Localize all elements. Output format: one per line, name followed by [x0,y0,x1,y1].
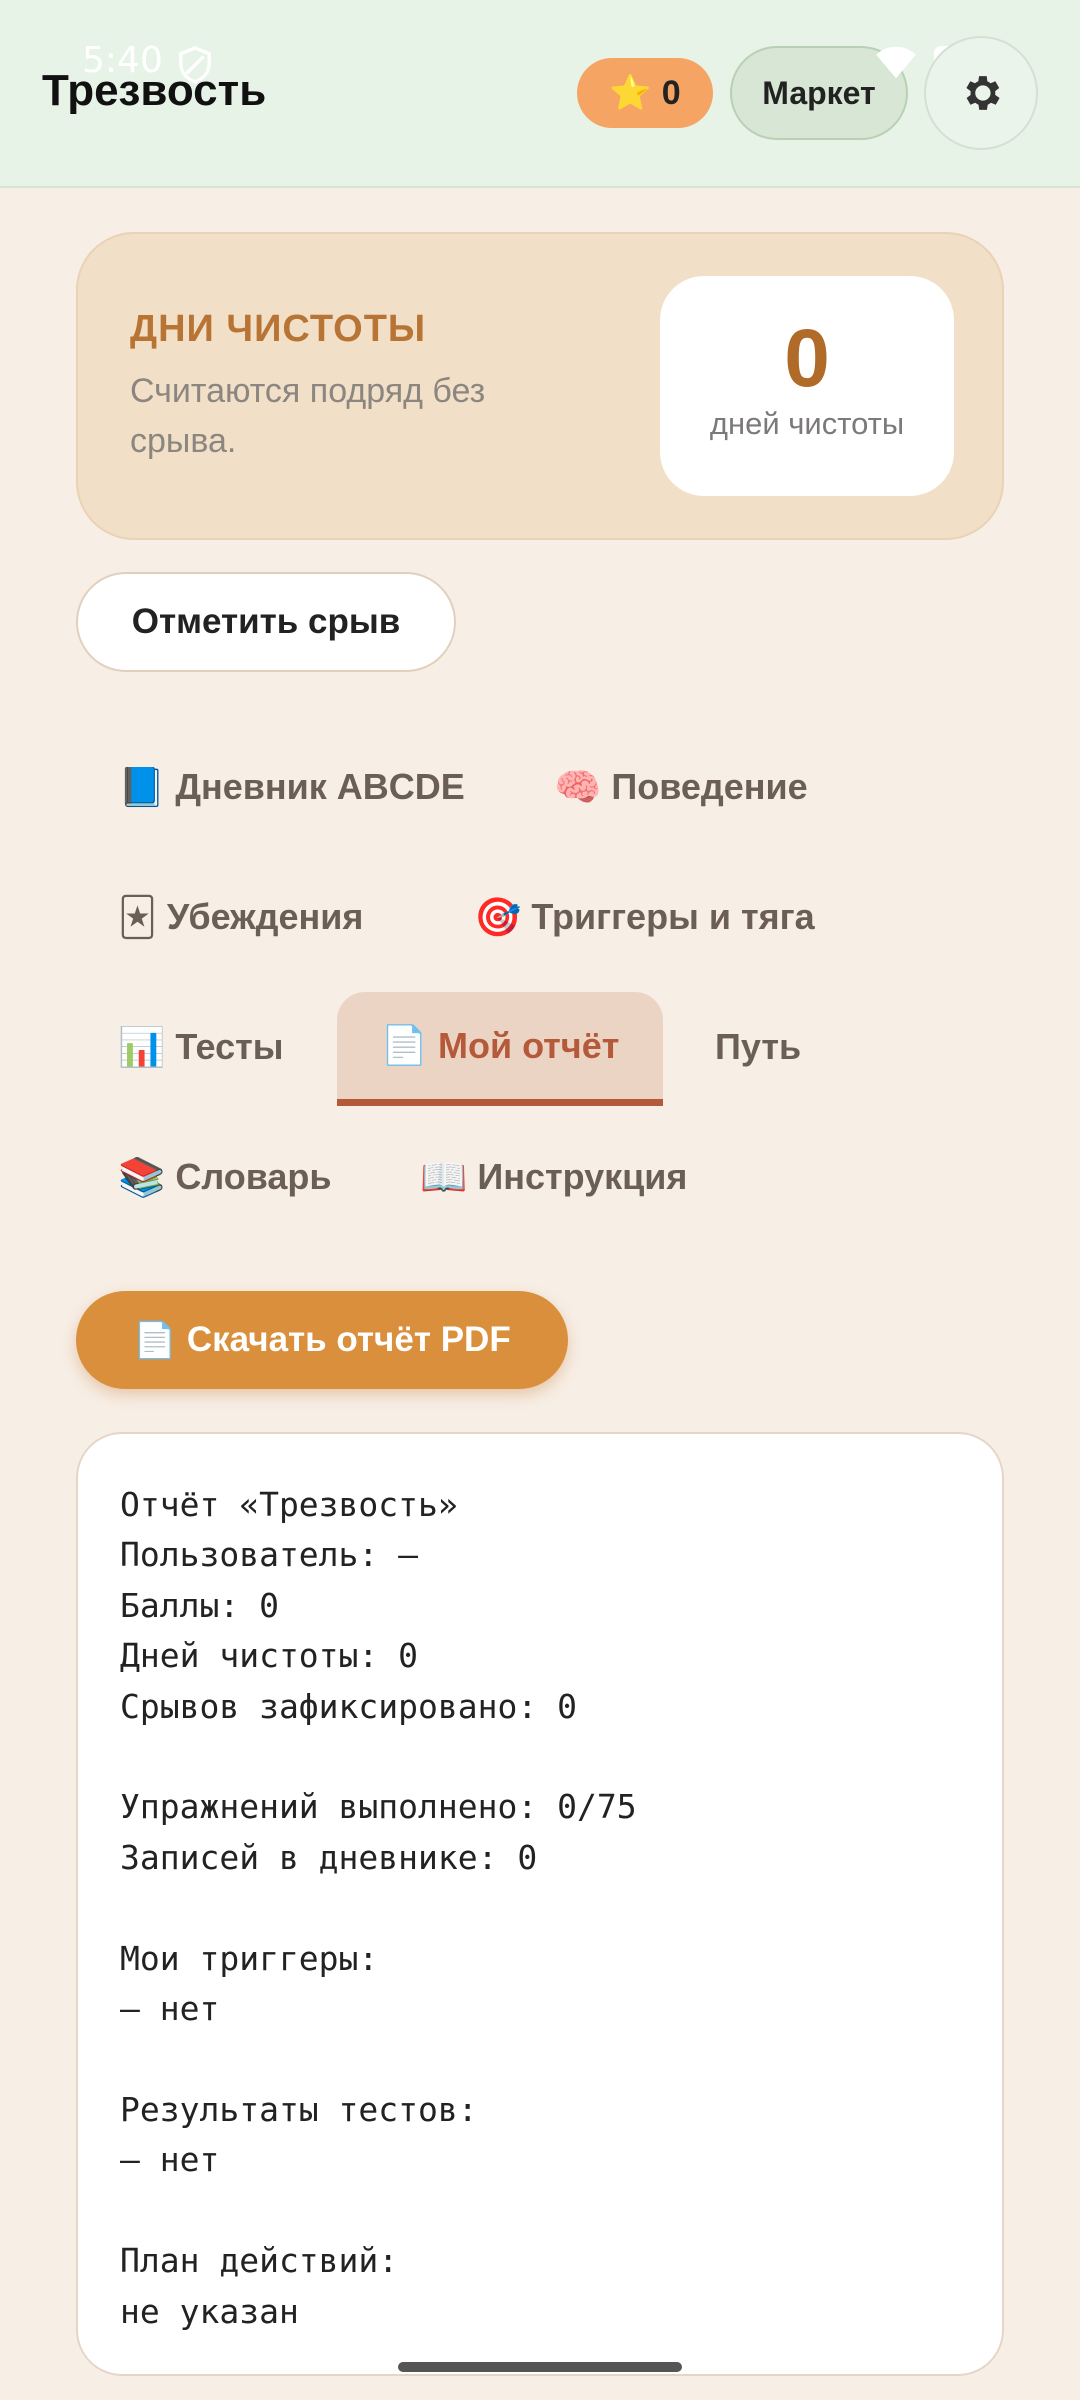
tab-label: Мой отчёт [437,1024,620,1066]
report-line [120,1732,960,1782]
tab-label: Словарь [175,1156,332,1197]
tab-label: Поведение [611,766,808,807]
blue-book-icon: 📘 [118,764,166,809]
app-header: 5:40 Трезвость ⭐ 0 Маркет [0,0,1080,188]
download-pdf-label: Скачать отчёт PDF [186,1320,511,1359]
report-text: Отчёт «Трезвость» Пользователь: — Баллы: 0… [120,1480,960,2337]
tab-abcde-diary[interactable]: 📘 Дневник ABCDE [118,732,465,842]
streak-counter: 0 дней чистоты [660,276,954,496]
star-icon: ⭐ [609,73,652,113]
report-line: Срывов зафиксировано: 0 [120,1686,577,1726]
report-line [120,1883,960,1933]
streak-title: ДНИ ЧИСТОТЫ [130,308,427,350]
points-value: 0 [661,73,681,112]
report-line: — нет [120,2140,220,2180]
app-title: Трезвость [42,66,267,115]
tab-label: Дневник ABCDE [175,766,465,807]
open-book-icon: 📖 [420,1154,468,1199]
gear-icon [966,76,1000,110]
report-line: План действий: [120,2241,399,2281]
download-pdf-button[interactable]: 📄 Скачать отчёт PDF [76,1291,568,1389]
report-line: Результаты тестов: [120,2089,478,2129]
tab-beliefs[interactable]: 🃏 Убеждения [118,862,363,972]
report-card: Отчёт «Трезвость» Пользователь: — Баллы: 0… [76,1432,1004,2376]
bar-chart-icon: 📊 [118,1024,166,1069]
report-line [120,2186,960,2236]
points-badge[interactable]: ⭐ 0 [577,58,713,128]
joker-card-icon: 🃏 [118,895,157,939]
report-line: Мои триггеры: [120,1938,379,1978]
tab-path[interactable]: Путь [715,992,801,1102]
tab-label: Убеждения [166,896,364,937]
tab-dictionary[interactable]: 📚 Словарь [118,1122,332,1232]
brain-icon: 🧠 [554,764,602,809]
report-line: Дней чистоты: 0 [120,1636,419,1676]
tab-instructions[interactable]: 📖 Инструкция [420,1122,687,1232]
tab-label: Путь [715,1026,802,1067]
streak-card: ДНИ ЧИСТОТЫ Считаются подряд без срыва. … [76,232,1004,540]
tab-tests[interactable]: 📊 Тесты [118,992,283,1102]
streak-unit: дней чистоты [709,406,905,441]
report-line: не указан [120,2291,299,2331]
target-icon: 🎯 [474,894,522,939]
tab-label: Триггеры и тяга [531,896,815,937]
tab-triggers[interactable]: 🎯 Триггеры и тяга [474,862,815,972]
mark-relapse-button[interactable]: Отметить срыв [76,572,456,672]
settings-button[interactable] [924,36,1038,150]
report-line: Записей в дневнике: 0 [120,1837,538,1877]
books-icon: 📚 [118,1154,166,1199]
document-icon: 📄 [380,1023,428,1067]
home-indicator[interactable] [398,2362,682,2372]
report-line [120,2034,960,2084]
report-line: Упражнений выполнено: 0/75 [120,1787,637,1827]
document-icon: 📄 [133,1320,177,1361]
tab-my-report[interactable]: 📄 Мой отчёт [337,992,663,1106]
report-line: Пользователь: — [120,1535,419,1575]
report-line: Баллы: 0 [120,1585,279,1625]
report-line: — нет [120,1989,220,2029]
streak-value: 0 [784,313,830,404]
tab-label: Инструкция [477,1156,688,1197]
tab-label: Тесты [175,1026,284,1067]
wifi-icon [876,46,916,79]
tab-behavior[interactable]: 🧠 Поведение [554,732,808,842]
report-line: Отчёт «Трезвость» [120,1485,458,1524]
streak-description: Считаются подряд без срыва. [130,372,486,460]
